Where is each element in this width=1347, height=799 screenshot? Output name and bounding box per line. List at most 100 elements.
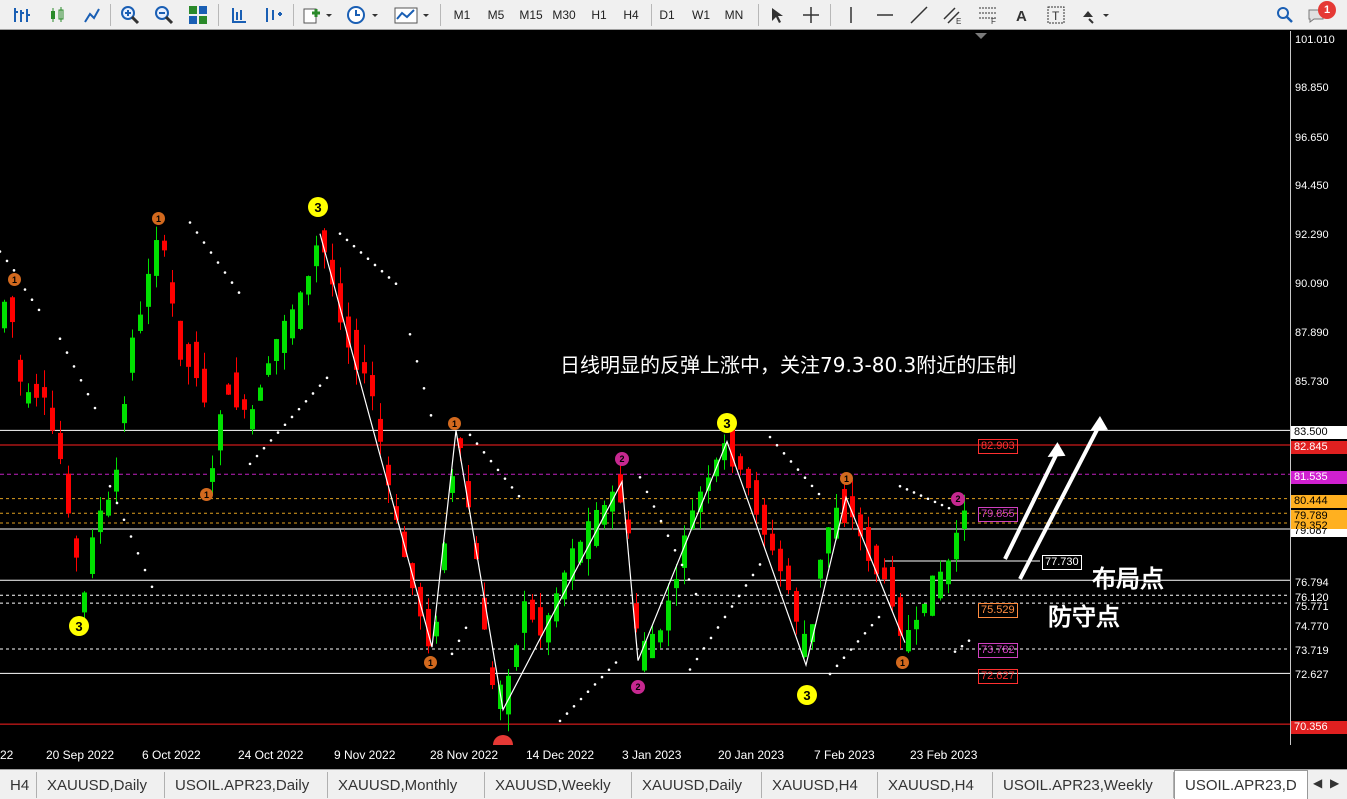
candle-body — [538, 607, 543, 636]
tab-xauusd-daily-2[interactable]: XAUUSD,Daily — [632, 772, 762, 798]
cursor-icon[interactable] — [764, 3, 790, 27]
sar-dot — [108, 484, 112, 488]
candle-body — [266, 363, 271, 375]
horizontal-line-icon[interactable] — [872, 3, 898, 27]
sar-dot — [782, 452, 786, 455]
candlestick-icon[interactable] — [44, 3, 70, 27]
tab-xauusd-daily[interactable]: XAUUSD,Daily — [37, 772, 165, 798]
price-tick: 94.450 — [1295, 180, 1329, 192]
candle-body — [170, 282, 175, 304]
tile-windows-icon[interactable] — [185, 3, 211, 27]
price-tick-76794: 76.794 — [1295, 577, 1329, 589]
tab-usoil-weekly[interactable]: USOIL.APR23,Weekly — [993, 772, 1174, 798]
timeframe-m5[interactable]: M5 — [480, 3, 512, 27]
notification-badge[interactable]: 1 — [1318, 1, 1336, 19]
tab-usoil-daily[interactable]: USOIL.APR23,Daily — [165, 772, 328, 798]
sar-dot — [23, 288, 27, 291]
sar-dot — [325, 376, 329, 380]
chart-area[interactable]: 日线明显的反弹上涨中，关注79.3-80.3附近的压制 布局点 防守点 77.7… — [0, 31, 1290, 745]
timeframe-h4[interactable]: H4 — [615, 3, 647, 27]
sar-dot — [283, 423, 287, 427]
candle-body — [522, 601, 527, 633]
price-tick: 72.627 — [1295, 669, 1329, 681]
candle-body — [826, 527, 831, 554]
wave-marker-1: 1 — [8, 273, 21, 286]
timeframe-mn[interactable]: MN — [718, 3, 750, 27]
chart-shift-icon[interactable] — [226, 3, 252, 27]
sar-dot — [835, 664, 839, 668]
candle-body — [58, 432, 63, 460]
sar-dot — [489, 459, 493, 463]
candle-body — [154, 240, 159, 276]
timeframe-m1[interactable]: M1 — [446, 3, 478, 27]
tab-scroll-left-icon[interactable]: ◀ — [1313, 776, 1322, 790]
sar-dot — [216, 261, 220, 264]
sar-dot — [72, 365, 76, 368]
candle-body — [882, 567, 887, 580]
tab-scroll-right-icon[interactable]: ▶ — [1330, 776, 1339, 790]
autoscroll-icon[interactable] — [260, 3, 286, 27]
search-icon[interactable] — [1272, 3, 1298, 27]
sar-dot — [290, 415, 294, 419]
candle-body — [938, 571, 943, 599]
price-axis[interactable]: 101.010 98.850 96.650 94.450 92.290 90.0… — [1290, 31, 1347, 745]
candle-body — [738, 456, 743, 470]
sar-dot — [716, 626, 720, 629]
equidistant-channel-icon[interactable]: E — [940, 3, 966, 27]
tab-xauusd-h4-2[interactable]: XAUUSD,H4 — [878, 772, 993, 798]
timeframe-m15[interactable]: M15 — [515, 3, 547, 27]
sar-dot — [93, 406, 97, 410]
timeframe-d1[interactable]: D1 — [651, 3, 683, 27]
tab-xauusd-weekly[interactable]: XAUUSD,Weekly — [485, 772, 632, 798]
sar-dot — [311, 392, 315, 395]
sar-dot — [967, 639, 971, 642]
vertical-line-icon[interactable] — [838, 3, 864, 27]
timeframe-m30[interactable]: M30 — [548, 3, 580, 27]
sar-dot — [638, 475, 642, 479]
tab-xauusd-monthly[interactable]: XAUUSD,Monthly — [328, 772, 485, 798]
time-label: 20 Sep 2022 — [46, 748, 115, 762]
candle-body — [890, 567, 895, 607]
bar-chart-icon[interactable] — [8, 3, 34, 27]
candle-body — [66, 473, 71, 514]
sar-dot — [304, 399, 308, 403]
indicators-icon[interactable] — [301, 3, 335, 27]
candle-body — [306, 276, 311, 295]
text-label-icon[interactable]: T — [1043, 3, 1069, 27]
tab-h4[interactable]: H4 — [0, 772, 37, 798]
candle-body — [202, 368, 207, 403]
candle-body — [18, 359, 23, 382]
sar-dot — [202, 241, 206, 244]
sar-dot — [666, 534, 670, 537]
sar-dot — [775, 443, 779, 447]
candle-body — [874, 545, 879, 575]
periods-clock-icon[interactable] — [345, 3, 381, 27]
wave-marker-1: 1 — [152, 212, 165, 225]
candle-body — [754, 480, 759, 515]
sar-dot — [565, 712, 569, 715]
text-icon[interactable]: A — [1009, 3, 1035, 27]
candle-body — [242, 399, 247, 410]
zoom-out-icon[interactable] — [151, 3, 177, 27]
arrows-icon[interactable] — [1078, 3, 1114, 27]
sar-dot — [143, 568, 147, 572]
tab-xauusd-h4[interactable]: XAUUSD,H4 — [762, 772, 878, 798]
fibonacci-icon[interactable]: F — [975, 3, 1001, 27]
timeframe-w1[interactable]: W1 — [685, 3, 717, 27]
candle-body — [650, 633, 655, 659]
candle-body — [2, 301, 7, 329]
sar-dot — [408, 332, 412, 336]
wave-marker-2: 2 — [951, 492, 965, 506]
price-chart — [0, 33, 1290, 732]
price-tick: 98.850 — [1295, 82, 1329, 94]
sar-dot — [422, 386, 426, 390]
crosshair-icon[interactable] — [798, 3, 824, 27]
templates-icon[interactable] — [392, 3, 432, 27]
zoom-in-icon[interactable] — [117, 3, 143, 27]
timeframe-h1[interactable]: H1 — [583, 3, 615, 27]
sar-dot — [255, 454, 259, 458]
tab-usoil-d-active[interactable]: USOIL.APR23,D — [1174, 770, 1308, 799]
trendline-icon[interactable] — [906, 3, 932, 27]
line-chart-icon[interactable] — [79, 3, 105, 27]
time-axis[interactable]: 22 20 Sep 2022 6 Oct 2022 24 Oct 2022 9 … — [0, 745, 1290, 769]
